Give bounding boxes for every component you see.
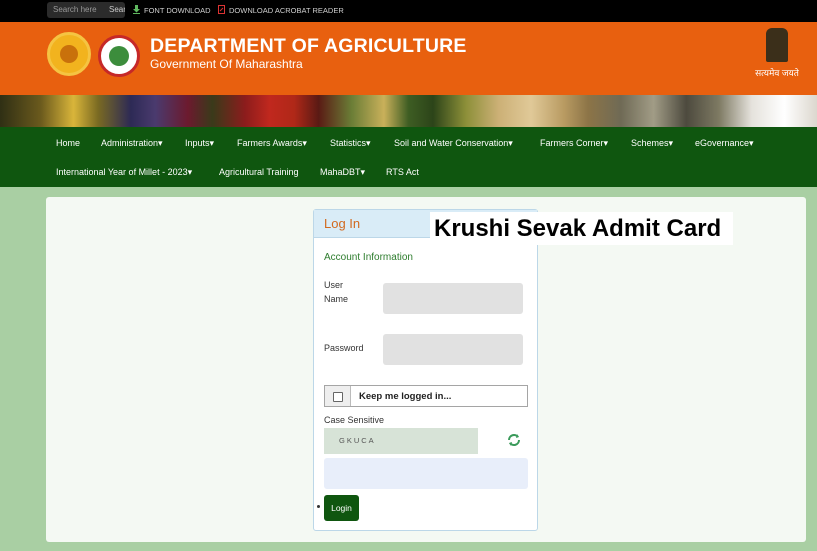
username-label: User Name [324,280,349,304]
nav-egovernance[interactable]: eGovernance▾ [695,138,754,149]
site-title: DEPARTMENT OF AGRICULTURE [150,35,467,57]
case-sensitive-label: Case Sensitive [324,415,385,425]
caret-down-icon: ▾ [158,138,163,148]
caret-down-icon: ▾ [508,138,513,148]
search-button[interactable]: Search [109,2,125,18]
nav-millet-label: International Year of Millet - 2023 [56,167,188,177]
search-placeholder: Search here [53,5,97,14]
acrobat-download-label: DOWNLOAD ACROBAT READER [229,6,344,15]
keep-logged-in-label: Keep me logged in... [359,391,452,402]
keep-logged-in-row[interactable]: Keep me logged in... [324,385,528,407]
bullet-dot [317,505,320,508]
nav-farmers-corner-label: Farmers Corner [540,138,604,148]
login-button[interactable]: Login [324,495,359,521]
agriculture-department-logo [98,35,140,77]
caret-down-icon: ▾ [668,138,674,148]
acrobat-download-link[interactable]: DOWNLOAD ACROBAT READER [218,5,344,17]
caret-down-icon: ▾ [603,138,609,148]
nav-farmers-awards[interactable]: Farmers Awards▾ [237,138,307,149]
nav-schemes-label: Schemes [631,138,669,148]
refresh-captcha-icon[interactable] [507,434,521,446]
nav-mahadbt[interactable]: MahaDBT▾ [320,167,365,178]
nav-farmers-corner[interactable]: Farmers Corner▾ [540,138,608,149]
captcha-input[interactable] [324,458,528,489]
nav-administration-label: Administration [101,138,159,148]
captcha-image: GKUCA [324,428,478,454]
maharashtra-seal-logo [47,32,91,76]
download-icon [133,5,140,14]
national-motto: सत्यमेव जयते [755,68,799,78]
nav-farmers-awards-label: Farmers Awards [237,138,303,148]
admit-card-title: Krushi Sevak Admit Card [430,212,733,245]
ashoka-pillar-icon [766,28,788,62]
caret-down-icon: ▾ [302,138,307,148]
nav-inputs[interactable]: Inputs▾ [185,138,214,149]
caret-down-icon: ▾ [209,138,215,148]
username-input[interactable] [383,283,523,314]
caret-down-icon: ▾ [187,167,193,177]
nav-egovernance-label: eGovernance [695,138,750,148]
password-label: Password [324,343,364,353]
search-input[interactable]: Search here Search [47,2,125,18]
nav-millet-2023[interactable]: International Year of Millet - 2023▾ [56,167,192,178]
nav-statistics[interactable]: Statistics▾ [330,138,371,149]
nav-soil-water-label: Soil and Water Conservation [394,138,509,148]
caret-down-icon: ▾ [366,138,371,148]
keep-logged-in-checkbox[interactable] [333,392,343,402]
font-download-link[interactable]: FONT DOWNLOAD [133,5,211,17]
national-emblem: सत्यमेव जयते [752,28,802,86]
checkbox-cell [325,386,351,406]
produce-banner-image [0,95,817,127]
account-info-heading: Account Information [324,252,413,263]
top-bar: Search here Search FONT DOWNLOAD DOWNLOA… [0,0,817,22]
nav-inputs-label: Inputs [185,138,210,148]
pdf-icon [218,5,225,14]
main-nav: Home Administration▾ Inputs▾ Farmers Awa… [0,127,817,187]
nav-mahadbt-label: MahaDBT [320,167,361,177]
site-subtitle: Government Of Maharashtra [150,57,303,71]
site-header: DEPARTMENT OF AGRICULTURE Government Of … [0,22,817,95]
caret-down-icon: ▾ [749,138,754,148]
nav-home[interactable]: Home [56,138,80,149]
nav-agricultural-training[interactable]: Agricultural Training [219,167,299,178]
nav-administration[interactable]: Administration▾ [101,138,163,149]
caret-down-icon: ▾ [360,167,366,177]
login-box: Log In Account Information User Name Pas… [313,209,538,531]
nav-schemes[interactable]: Schemes▾ [631,138,673,149]
font-download-label: FONT DOWNLOAD [144,6,211,15]
nav-soil-water[interactable]: Soil and Water Conservation▾ [394,138,513,149]
nav-rts-act[interactable]: RTS Act [386,167,419,178]
nav-statistics-label: Statistics [330,138,367,148]
password-input[interactable] [383,334,523,365]
